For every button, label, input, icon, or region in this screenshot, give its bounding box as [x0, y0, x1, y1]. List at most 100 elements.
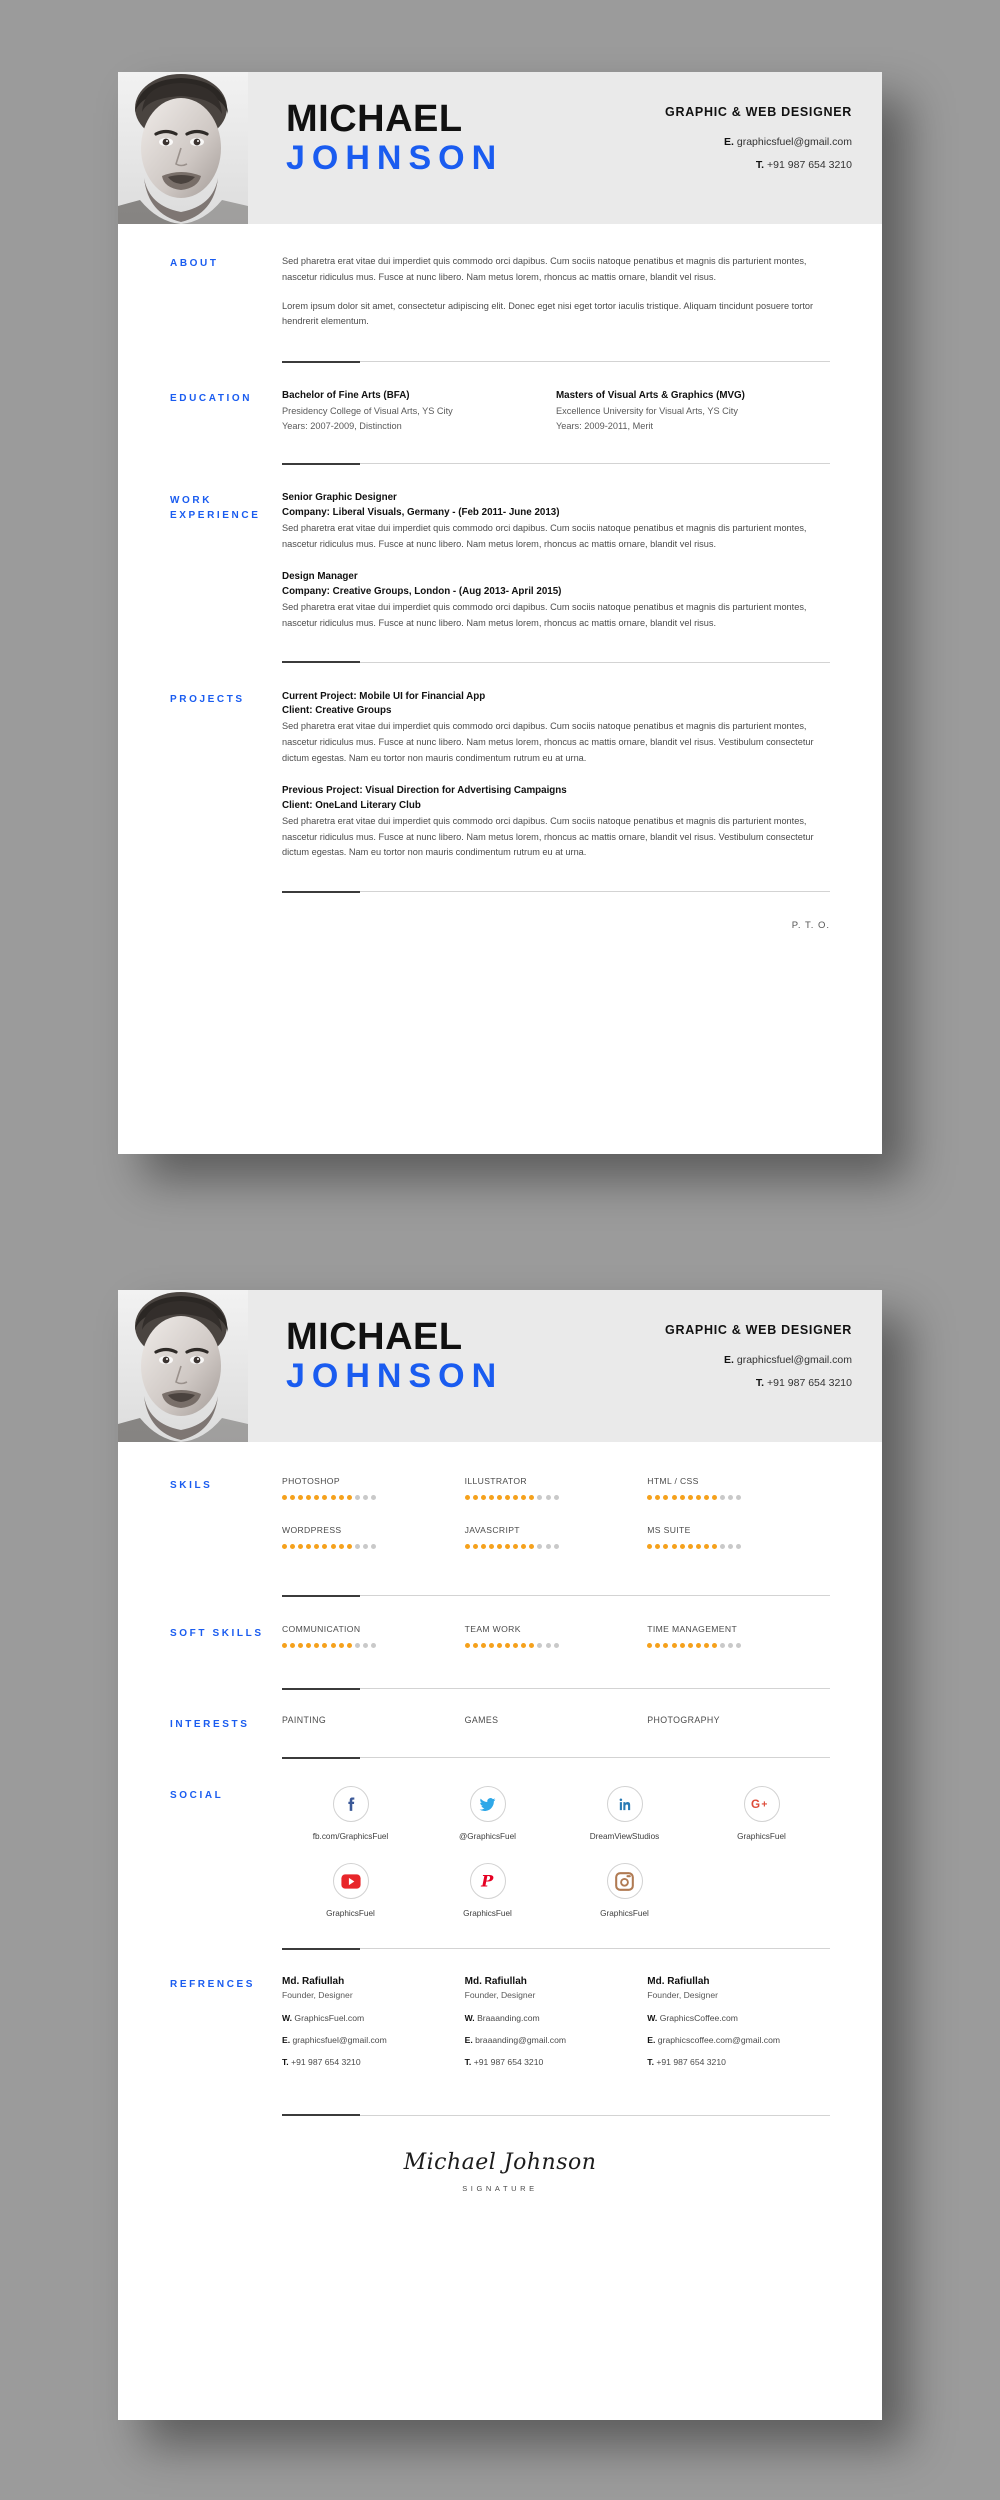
phone-value[interactable]: +91 987 654 3210 [474, 2057, 544, 2067]
rating-dot-filled [290, 1495, 296, 1500]
rating-dot-filled [695, 1643, 701, 1648]
rating-dot-empty [553, 1495, 559, 1500]
social-item-youtube[interactable]: GraphicsFuel [282, 1863, 419, 1918]
education-years: Years: 2007-2009, Distinction [282, 420, 402, 431]
pinterest-icon[interactable]: P [469, 1863, 506, 1899]
section-projects: PROJECTS Current Project: Mobile UI for … [170, 663, 830, 862]
section-label-social: SOCIAL [170, 1790, 224, 1801]
skill-rating [464, 1544, 648, 1549]
reference-phone: T. +91 987 654 3210 [647, 2057, 814, 2067]
rating-dot-empty [371, 1643, 377, 1648]
rating-dot-filled [687, 1495, 693, 1500]
section-references: REFRENCES Md. Rafiullah Founder, Designe… [170, 1949, 830, 2079]
rating-dot-empty [720, 1643, 726, 1648]
rating-dot-filled [322, 1544, 328, 1549]
rating-dot-filled [464, 1643, 470, 1648]
website-value[interactable]: Braaanding.com [477, 2013, 540, 2023]
section-label-soft-skills: SOFT SKILLS [170, 1628, 264, 1639]
signature-block: Michael Johnson SIGNATURE [170, 2116, 830, 2193]
reference-email: E. graphicscoffee.com@gmail.com [647, 2035, 814, 2045]
phone-value[interactable]: +91 987 654 3210 [291, 2057, 361, 2067]
rating-dot-empty [354, 1643, 360, 1648]
section-work-experience: WORK EXPERIENCE Senior Graphic Designer … [170, 464, 830, 631]
email-label: E. [282, 2034, 291, 2045]
rating-dot-empty [545, 1495, 551, 1500]
reference-item: Md. Rafiullah Founder, Designer W. Braaa… [465, 1975, 648, 2079]
portrait-photo [118, 1290, 248, 1442]
social-item-facebook[interactable]: fb.com/GraphicsFuel [282, 1786, 419, 1841]
social-item-twitter[interactable]: @GraphicsFuel [419, 1786, 556, 1841]
project-client: Client: Creative Groups [282, 705, 392, 717]
rating-dot-empty [354, 1544, 360, 1549]
facebook-icon[interactable] [332, 1786, 369, 1822]
skills-body: PHOTOSHOP ILLUSTRATOR HTML / CSS WORDPRE… [282, 1476, 830, 1549]
social-item-pinterest[interactable]: P GraphicsFuel [419, 1863, 556, 1918]
about-paragraph: Sed pharetra erat vitae dui imperdiet qu… [282, 256, 807, 282]
section-about: ABOUT Sed pharetra erat vitae dui imperd… [170, 224, 830, 330]
reference-email: E. graphicsfuel@gmail.com [282, 2035, 449, 2045]
soft-skill-item: TIME MANAGEMENT [647, 1624, 830, 1648]
rating-dot-filled [647, 1643, 653, 1648]
website-value[interactable]: GraphicsFuel.com [294, 2013, 364, 2023]
signature-name: Michael Johnson [403, 2149, 597, 2175]
youtube-icon[interactable] [332, 1863, 369, 1899]
rating-dot-filled [671, 1495, 677, 1500]
rating-dot-filled [480, 1544, 486, 1549]
twitter-icon[interactable] [469, 1786, 506, 1822]
project-item: Current Project: Mobile UI for Financial… [282, 690, 830, 767]
rating-dot-filled [529, 1495, 535, 1500]
social-body: fb.com/GraphicsFuel @GraphicsFuel DreamV… [282, 1786, 830, 1918]
section-divider [282, 2114, 830, 2116]
section-divider [282, 462, 830, 465]
rating-dot-filled [521, 1544, 527, 1549]
svg-text:P: P [480, 1871, 494, 1890]
social-item-googleplus[interactable]: G + GraphicsFuel [693, 1786, 830, 1841]
email-value[interactable]: braaanding@gmail.com [475, 2035, 566, 2045]
rating-dot-filled [480, 1643, 486, 1648]
phone-value[interactable]: +91 987 654 3210 [656, 2057, 726, 2067]
interest-item: PHOTOGRAPHY [647, 1715, 720, 1725]
education-years: Years: 2009-2011, Merit [556, 420, 654, 431]
email-line: E. graphicsfuel@gmail.com [624, 136, 852, 148]
instagram-icon[interactable] [606, 1863, 643, 1899]
website-label: W. [282, 2012, 293, 2023]
rating-dot-empty [553, 1544, 559, 1549]
phone-value[interactable]: +91 987 654 3210 [767, 159, 852, 171]
about-paragraph: Lorem ipsum dolor sit amet, consectetur … [282, 300, 814, 327]
email-value[interactable]: graphicscoffee.com@gmail.com [658, 2035, 780, 2045]
header-contact-block: GRAPHIC & WEB DESIGNER E. graphicsfuel@gm… [624, 72, 882, 224]
rating-dot-filled [488, 1643, 494, 1648]
rating-dot-filled [703, 1495, 709, 1500]
social-item-linkedin[interactable]: DreamViewStudios [556, 1786, 693, 1841]
first-name: MICHAEL [286, 1316, 463, 1358]
interest-item: GAMES [464, 1715, 499, 1725]
email-value[interactable]: graphicsfuel@gmail.com [293, 2035, 387, 2045]
email-value[interactable]: graphicsfuel@gmail.com [737, 136, 852, 148]
skill-rating [282, 1544, 465, 1549]
phone-value[interactable]: +91 987 654 3210 [767, 1377, 852, 1389]
email-label: E. [723, 136, 734, 148]
portrait-photo [118, 72, 248, 224]
rating-dot-filled [655, 1643, 661, 1648]
section-label-interests: INTERESTS [170, 1719, 250, 1730]
rating-dot-filled [488, 1544, 494, 1549]
skill-rating [464, 1495, 648, 1500]
googleplus-icon[interactable]: G + [743, 1786, 780, 1822]
rating-dot-filled [712, 1544, 718, 1549]
linkedin-icon[interactable] [606, 1786, 643, 1822]
social-label: GraphicsFuel [600, 1909, 649, 1918]
rating-dot-empty [362, 1544, 368, 1549]
skills-row: WORDPRESS JAVASCRIPT MS SUITE [282, 1525, 830, 1549]
email-value[interactable]: graphicsfuel@gmail.com [737, 1354, 852, 1366]
reference-item: Md. Rafiullah Founder, Designer W. Graph… [647, 1975, 830, 2079]
section-label-references: REFRENCES [170, 1979, 256, 1990]
rating-dot-empty [537, 1544, 543, 1549]
email-label: E. [647, 2034, 656, 2045]
rating-dot-empty [728, 1495, 734, 1500]
section-divider [282, 661, 830, 663]
header-name-block: MICHAEL JOHNSON [248, 1290, 624, 1442]
website-value[interactable]: GraphicsCoffee.com [660, 2013, 738, 2023]
email-line: E. graphicsfuel@gmail.com [624, 1354, 852, 1366]
rating-dot-empty [736, 1495, 742, 1500]
social-item-instagram[interactable]: GraphicsFuel [556, 1863, 693, 1918]
